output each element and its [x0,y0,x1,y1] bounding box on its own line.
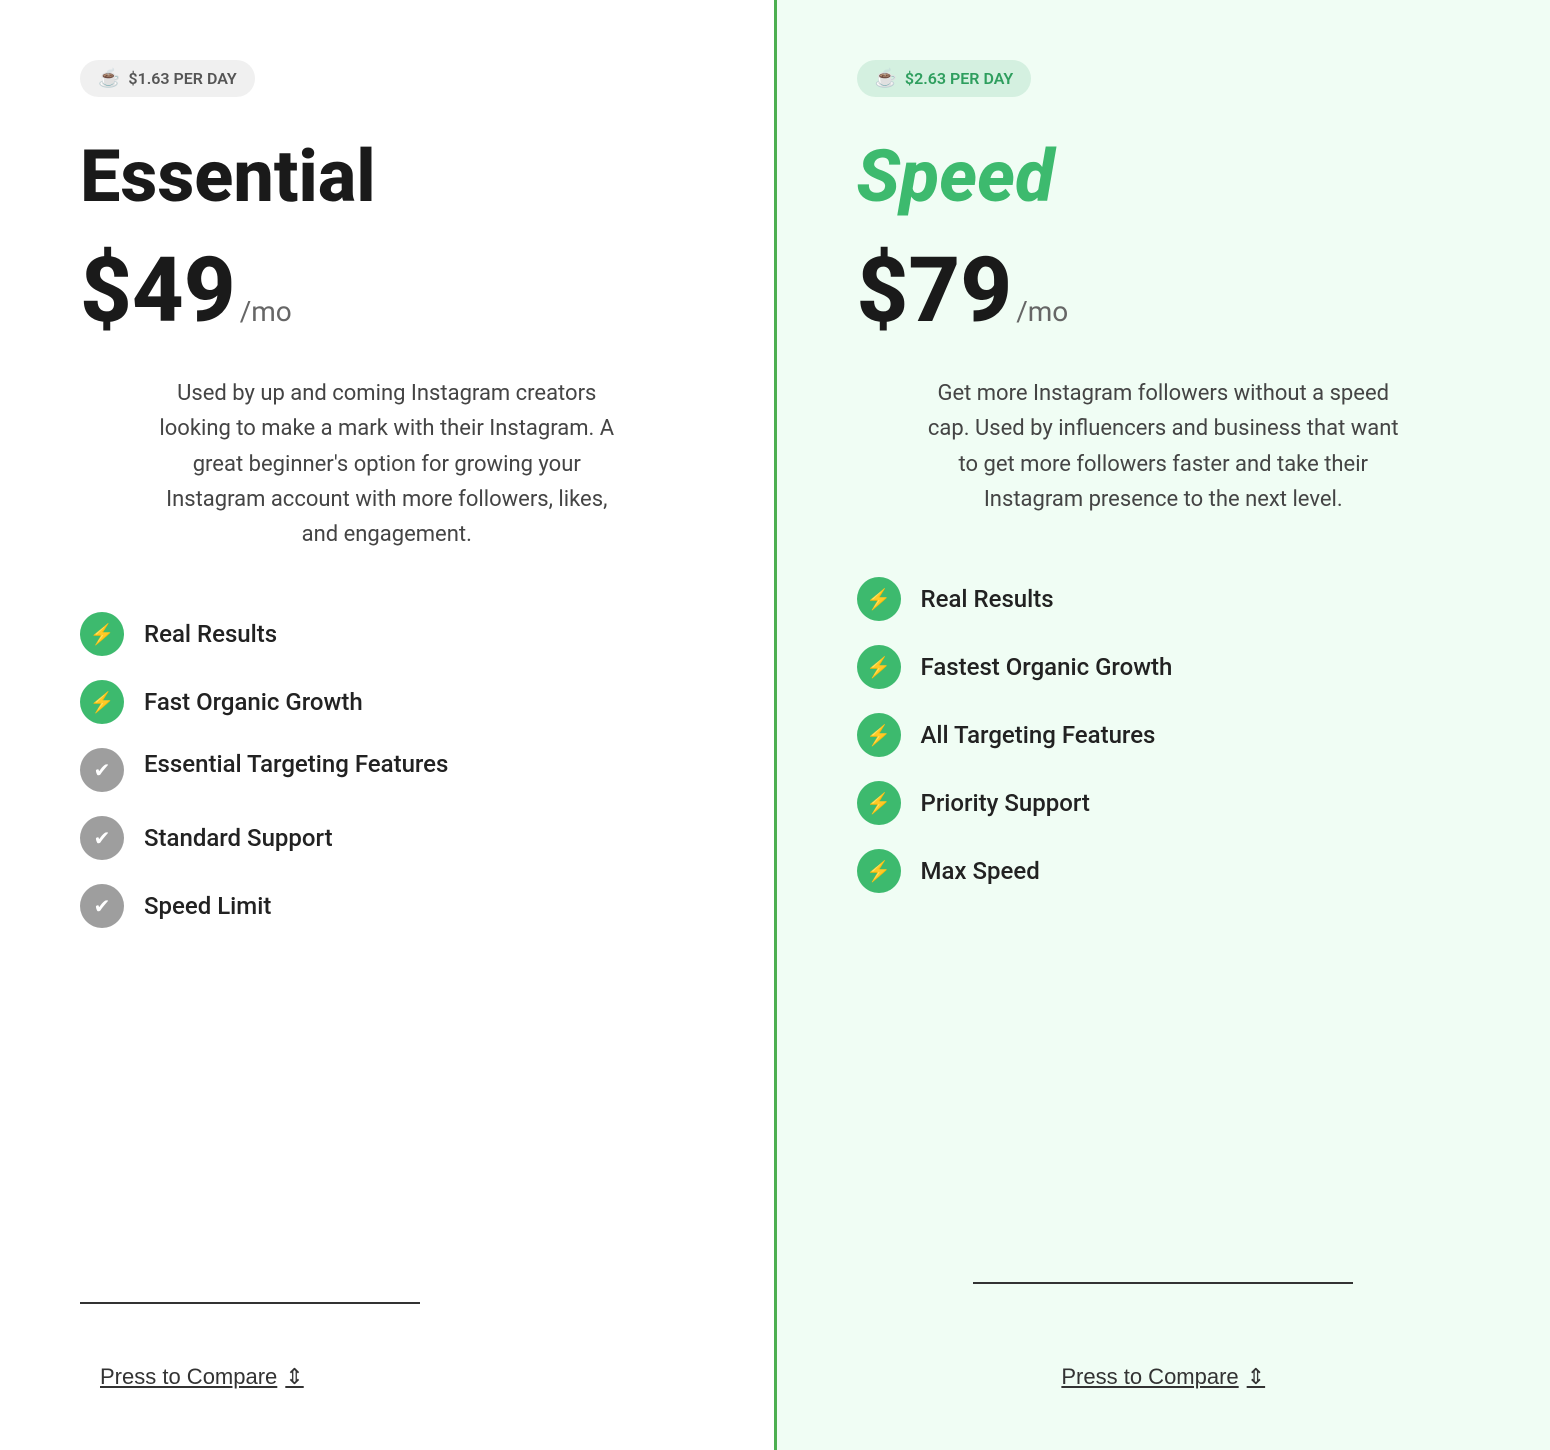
list-item: ⚡ Real Results [857,577,1471,621]
speed-description: Get more Instagram followers without a s… [923,376,1403,517]
essential-price-period: /mo [240,295,292,328]
essential-price-container: $49 /mo [80,246,694,336]
list-item: ✔ Standard Support [80,816,694,860]
feature-label: Fast Organic Growth [144,688,363,716]
bolt-icon: ⚡ [857,781,901,825]
list-item: ✔ Essential Targeting Features [80,748,694,792]
essential-plan-name: Essential [80,137,694,216]
bolt-icon: ⚡ [857,577,901,621]
speed-plan-name: Speed [857,137,1471,216]
speed-divider [973,1282,1353,1284]
feature-label: Essential Targeting Features [144,748,448,782]
essential-description: Used by up and coming Instagram creators… [147,376,627,552]
essential-divider [80,1302,420,1304]
feature-label: Standard Support [144,824,333,852]
speed-price-period: /mo [1016,295,1068,328]
feature-label: Speed Limit [144,892,271,920]
feature-label: Max Speed [921,857,1040,885]
essential-price-amount: $49 [80,246,236,336]
speed-price-amount: $79 [857,246,1013,336]
list-item: ⚡ Max Speed [857,849,1471,893]
list-item: ⚡ Priority Support [857,781,1471,825]
compare-symbol-speed: ⇕ [1247,1364,1265,1390]
bolt-icon: ⚡ [857,849,901,893]
list-item: ⚡ All Targeting Features [857,713,1471,757]
speed-features-list: ⚡ Real Results ⚡ Fastest Organic Growth … [857,577,1471,893]
check-icon: ✔ [80,748,124,792]
list-item: ⚡ Fast Organic Growth [80,680,694,724]
feature-label: Priority Support [921,789,1090,817]
speed-plan-column: ☕ $2.63 PER DAY Speed $79 /mo Get more I… [777,0,1550,1450]
feature-label: Real Results [921,585,1054,613]
essential-per-day-badge: ☕ $1.63 PER DAY [80,60,255,97]
list-item: ✔ Speed Limit [80,884,694,928]
list-item: ⚡ Fastest Organic Growth [857,645,1471,689]
speed-per-day-badge: ☕ $2.63 PER DAY [857,60,1032,97]
feature-label: Fastest Organic Growth [921,653,1173,681]
bolt-icon: ⚡ [857,645,901,689]
bolt-icon: ⚡ [80,612,124,656]
speed-per-day-label: $2.63 PER DAY [905,69,1013,88]
check-icon: ✔ [80,816,124,860]
coffee-icon-speed: ☕ [875,68,897,89]
essential-per-day-label: $1.63 PER DAY [128,69,236,88]
speed-compare-label: Press to Compare [1061,1364,1238,1390]
essential-plan-column: ☕ $1.63 PER DAY Essential $49 /mo Used b… [0,0,777,1450]
bolt-icon: ⚡ [857,713,901,757]
bolt-icon: ⚡ [80,680,124,724]
list-item: ⚡ Real Results [80,612,694,656]
compare-symbol-essential: ⇕ [285,1364,303,1390]
essential-compare-label: Press to Compare [100,1364,277,1390]
feature-label: All Targeting Features [921,721,1156,749]
speed-compare-button[interactable]: Press to Compare ⇕ [1061,1364,1265,1390]
pricing-container: ☕ $1.63 PER DAY Essential $49 /mo Used b… [0,0,1550,1450]
coffee-icon-essential: ☕ [98,68,120,89]
essential-compare-button[interactable]: Press to Compare ⇕ [100,1364,694,1390]
feature-label: Real Results [144,620,277,648]
speed-price-container: $79 /mo [857,246,1471,336]
check-icon: ✔ [80,884,124,928]
essential-features-list: ⚡ Real Results ⚡ Fast Organic Growth ✔ E… [80,612,694,928]
